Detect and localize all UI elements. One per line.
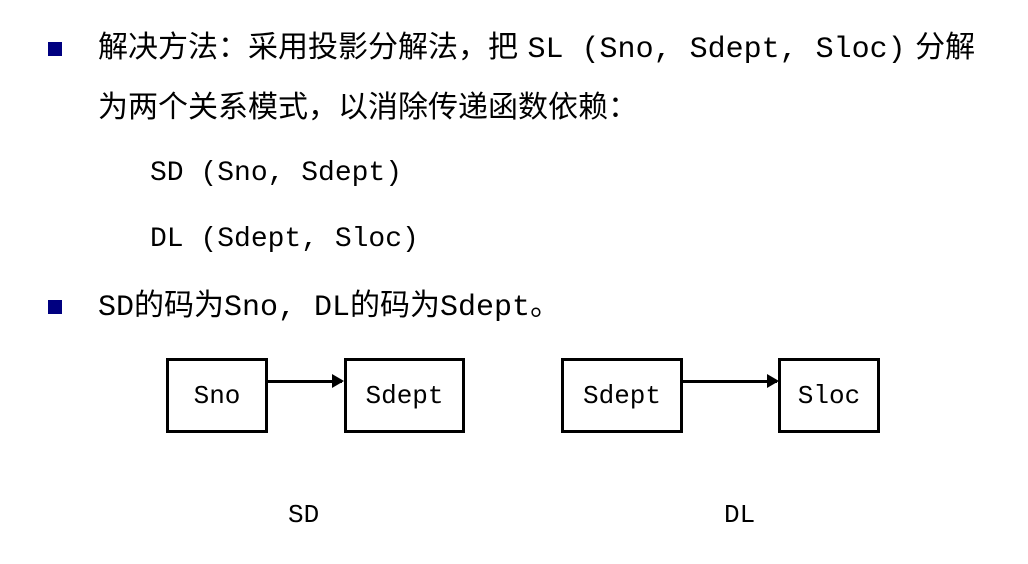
bullet1-line1-code: SL (Sno, Sdept, Sloc) — [527, 33, 906, 67]
bullet1-line2: 为两个关系模式，以消除传递函数依赖： — [98, 90, 638, 125]
sd-box-sdept: Sdept — [344, 358, 465, 433]
bullet-marker-2 — [48, 300, 62, 314]
sd-box-sno: Sno — [166, 358, 268, 433]
bullet2-period: 。 — [530, 288, 561, 323]
dl-box-sdept: Sdept — [561, 358, 683, 433]
dl-box-sloc: Sloc — [778, 358, 880, 433]
bullet1-line1-text: 解决方法：采用投影分解法，把 — [98, 30, 528, 65]
sd-caption: SD — [288, 500, 320, 530]
bullet2-line: SD的码为Sno, DL的码为Sdept。 — [98, 286, 560, 328]
bullet2-sd: SD — [98, 291, 135, 325]
schema-sd: SD (Sno, Sdept) — [150, 158, 403, 189]
dl-arrow — [683, 374, 779, 388]
bullet1-line1: 解决方法：采用投影分解法，把 SL (Sno, Sdept, Sloc) 分解 — [98, 28, 975, 70]
bullet-marker-1 — [48, 42, 62, 56]
sd-arrow — [268, 374, 344, 388]
bullet1-line1-tail: 分解 — [905, 30, 976, 65]
bullet2-key-of-2: 的码为 — [350, 288, 441, 323]
schema-dl: DL (Sdept, Sloc) — [150, 224, 419, 255]
dl-caption: DL — [724, 500, 756, 530]
bullet2-sno-dl: Sno, DL — [224, 291, 351, 325]
bullet2-sdept: Sdept — [440, 291, 531, 325]
bullet2-key-of-1: 的码为 — [134, 288, 225, 323]
